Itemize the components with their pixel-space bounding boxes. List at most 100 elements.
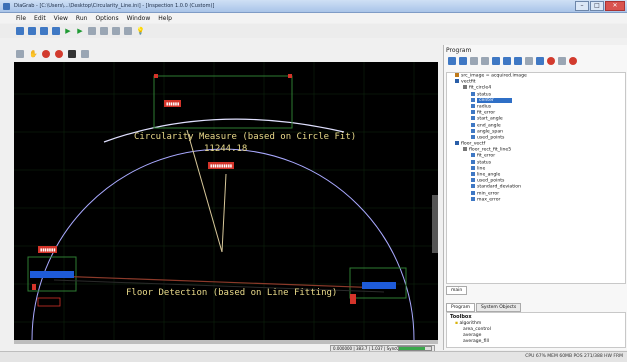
lightbulb-icon[interactable]: 💡 — [136, 27, 145, 35]
arrow-icon[interactable] — [492, 57, 500, 65]
tree-node-icon — [471, 159, 475, 164]
tree-node-icon — [463, 147, 467, 152]
tree-item-label: center — [477, 98, 512, 104]
tree-node-icon — [471, 153, 475, 158]
add-node-icon[interactable] — [448, 57, 456, 65]
tree-item-label: used_points — [477, 178, 505, 184]
tree-node-icon — [455, 73, 459, 77]
circularity-label: Circularity Measure (based on Circle Fit… — [134, 132, 357, 142]
menu-edit[interactable]: Edit — [34, 15, 46, 22]
save-icon[interactable] — [40, 27, 48, 35]
app-icon — [3, 3, 10, 10]
minimize-button[interactable]: – — [575, 1, 589, 11]
new-file-icon[interactable] — [16, 27, 24, 35]
tree-node-icon — [471, 196, 475, 201]
run-continuous-icon[interactable]: ▶ — [76, 27, 84, 35]
open-file-icon[interactable] — [28, 27, 36, 35]
tree-node-icon — [471, 178, 475, 183]
tree-node-icon — [471, 190, 475, 195]
layers-icon[interactable] — [81, 50, 89, 58]
tree-node-icon — [471, 165, 475, 170]
zoom-icon[interactable] — [16, 50, 24, 58]
play-icon[interactable] — [558, 57, 566, 65]
pause-icon[interactable] — [124, 27, 132, 35]
menu-help[interactable]: Help — [158, 15, 172, 22]
roi-label-tag: ▮▮▮▮▮▮ — [164, 100, 182, 107]
program-main-tabs: main — [446, 286, 468, 295]
tree-node-icon — [471, 116, 475, 121]
stop-icon[interactable] — [55, 50, 63, 58]
copy-icon[interactable] — [470, 57, 478, 65]
node-icon[interactable] — [514, 57, 522, 65]
settings-icon[interactable] — [459, 57, 467, 65]
floor-detection-label: Floor Detection (based on Line Fitting) — [126, 288, 338, 298]
tree-node-icon — [471, 103, 475, 108]
camera-icon[interactable] — [68, 50, 76, 58]
grid-icon[interactable] — [112, 27, 120, 35]
tab-main[interactable]: main — [446, 286, 468, 295]
tree-item-label: standard_deviation — [477, 184, 522, 190]
menu-file[interactable]: File — [16, 15, 26, 22]
tree-item-label: radius — [477, 104, 492, 110]
tree-item-label: line_angle — [477, 172, 501, 178]
image-toolbar: ✋ — [0, 48, 440, 60]
title-bar: DiaGrab - [C:\Users\...\Desktop\Circular… — [0, 0, 627, 13]
tree-item-label: fit_error — [477, 153, 496, 159]
tree-node-icon — [455, 79, 459, 84]
tree-node-icon — [471, 172, 475, 176]
toolbox-title: Toolbox — [450, 314, 472, 320]
tree-item[interactable]: max_error — [447, 196, 625, 203]
tab-program[interactable]: Program — [446, 303, 475, 312]
paste-icon[interactable] — [481, 57, 489, 65]
canvas-scrollbar[interactable] — [432, 195, 438, 253]
tree-item-label: floor_vectf — [461, 141, 486, 147]
overlay-graphics — [14, 62, 438, 340]
status-info: CPU 67% MEM 60MB POS 271/388 HW FRM — [525, 354, 623, 359]
menu-options[interactable]: Options — [95, 15, 118, 22]
delete-icon[interactable] — [547, 57, 555, 65]
toolbox-item[interactable]: average_fill — [447, 339, 625, 345]
program-tree[interactable]: src_image = acquired.image vectfit fit_cir… — [446, 72, 626, 284]
toolbox-panel: Toolbox ▪ algorithm area_control average… — [446, 312, 626, 348]
tree-item-label: fit_error — [477, 110, 496, 116]
step-icon[interactable] — [88, 27, 96, 35]
menu-run[interactable]: Run — [76, 15, 88, 22]
tab-system-objects[interactable]: System Objects — [476, 303, 522, 312]
circle-fit-arc — [31, 148, 415, 340]
split-icon[interactable] — [525, 57, 533, 65]
canvas-hscrollbar[interactable] — [14, 340, 438, 344]
tree-node-icon — [463, 85, 467, 90]
image-canvas[interactable]: ▮▮▮▮▮▮ ▮▮▮▮▮▮▮▮▮▮ ▮▮▮▮▮▮▮ Circularity Me… — [14, 62, 438, 340]
tree-item-label: start_angle — [477, 116, 503, 122]
tree-item-label: min_error — [477, 191, 500, 197]
stop-icon[interactable] — [569, 57, 577, 65]
tree-node-icon — [471, 97, 475, 102]
tree-item-label: line — [477, 166, 486, 172]
tree-item-label: used_points — [477, 135, 505, 141]
tree-item-label: angle_span — [477, 129, 504, 135]
tree-node-icon — [471, 134, 475, 139]
tree-item-label: status — [477, 92, 492, 98]
table-icon[interactable] — [536, 57, 544, 65]
tree-item-label: floor_rect_fit_line5 — [469, 147, 512, 153]
tree-item-label: end_angle — [477, 123, 501, 128]
menu-window[interactable]: Window — [127, 15, 151, 22]
tree-node-icon — [471, 91, 475, 96]
circularity-value: 11244.18 — [204, 144, 248, 154]
pan-icon[interactable]: ✋ — [29, 50, 38, 58]
close-button[interactable]: ✕ — [605, 1, 625, 11]
tree-item-label: vectfit — [461, 79, 476, 85]
window-title: DiaGrab - [C:\Users\...\Desktop\Circular… — [14, 3, 215, 9]
run-icon[interactable]: ▶ — [64, 27, 72, 35]
save-all-icon[interactable] — [52, 27, 60, 35]
record-icon[interactable] — [42, 50, 50, 58]
menu-view[interactable]: View — [54, 15, 68, 22]
maximize-button[interactable]: □ — [590, 1, 604, 11]
tree-node-icon — [471, 110, 475, 115]
settings-icon[interactable] — [100, 27, 108, 35]
window-controls: – □ ✕ — [575, 1, 625, 11]
filter-icon[interactable] — [503, 57, 511, 65]
center-label-tag: ▮▮▮▮▮▮▮▮▮▮ — [208, 162, 235, 169]
program-view-tabs: Program System Objects — [446, 303, 522, 312]
tree-node-icon — [471, 184, 475, 189]
